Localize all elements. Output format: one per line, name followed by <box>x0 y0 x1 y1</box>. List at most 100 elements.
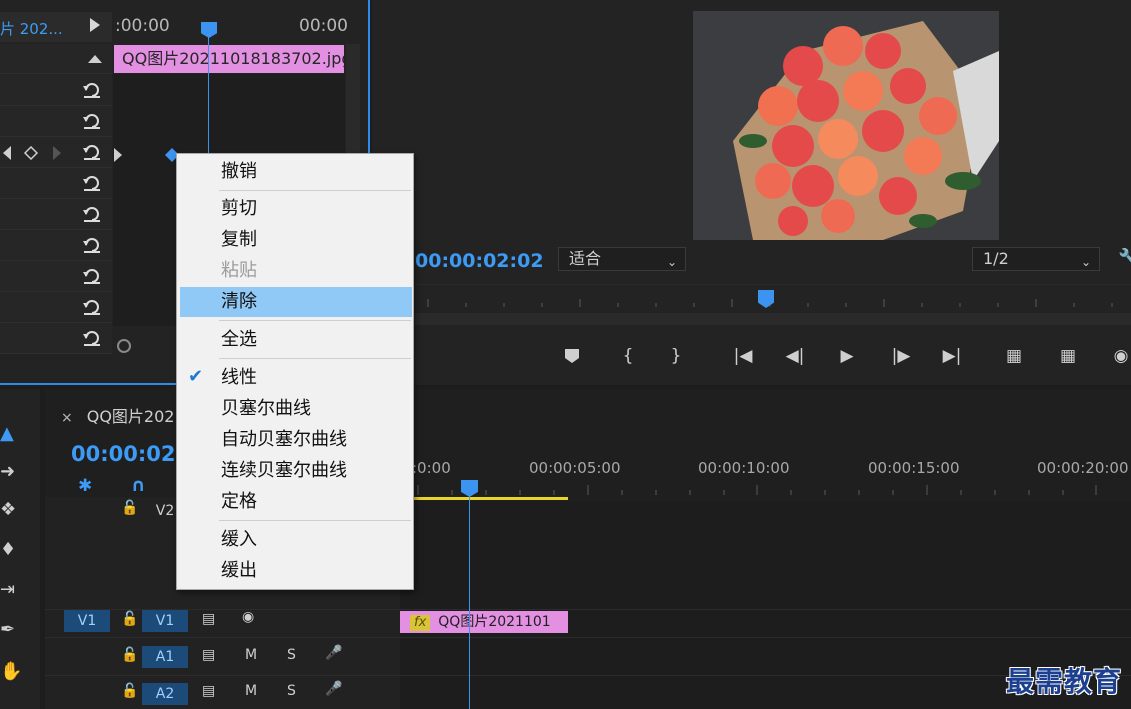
timeline-playhead[interactable] <box>469 486 470 709</box>
solo-button[interactable]: S <box>287 647 296 663</box>
zoom-level-select[interactable]: 适合 ⌄ <box>558 247 686 271</box>
property-row[interactable] <box>0 106 112 137</box>
sync-lock-icon[interactable]: ▤ <box>202 611 215 627</box>
nest-sequence-icon[interactable]: ✱ <box>78 476 92 496</box>
menu-item-copy[interactable]: 复制 <box>180 225 412 255</box>
lock-icon[interactable]: 🔓 <box>121 500 138 516</box>
chevron-down-icon: ⌄ <box>1080 255 1091 269</box>
mute-button[interactable]: M <box>245 647 257 663</box>
pen-tool-icon[interactable]: ✒ <box>0 619 22 653</box>
sequence-tab-label: QQ图片202 <box>86 407 175 426</box>
program-zoom-bar[interactable] <box>372 313 1131 325</box>
reset-icon[interactable] <box>82 112 102 130</box>
menu-item-paste[interactable]: 粘贴 <box>180 256 412 286</box>
resolution-select[interactable]: 1/2 ⌄ <box>972 247 1100 271</box>
chevron-down-icon: ⌄ <box>666 255 677 269</box>
ripple-edit-tool-icon[interactable]: ❖ <box>0 499 22 533</box>
watermark-logo: 最需教育 <box>1006 665 1123 698</box>
ruler-start-label: :00:00 <box>115 16 170 36</box>
play-only-icon[interactable] <box>90 18 100 32</box>
track-divider <box>45 637 1131 638</box>
menu-item-ease-out[interactable]: 缓出 <box>180 556 412 586</box>
lock-icon[interactable]: 🔓 <box>121 611 138 627</box>
reset-icon[interactable] <box>82 205 102 223</box>
property-row[interactable] <box>0 323 112 354</box>
menu-item-cut[interactable]: 剪切 <box>180 194 412 224</box>
hand-tool-icon[interactable]: ✋ <box>0 661 22 695</box>
menu-item-undo[interactable]: 撤销 <box>180 157 412 187</box>
eye-icon[interactable]: ◉ <box>242 609 254 625</box>
reset-icon[interactable] <box>82 267 102 285</box>
zoom-scroll-handle[interactable] <box>117 339 131 353</box>
lock-icon[interactable]: 🔓 <box>121 683 138 699</box>
collapse-up-icon[interactable] <box>88 53 102 63</box>
marker-icon[interactable] <box>558 343 586 369</box>
menu-item-auto-bezier[interactable]: 自动贝塞尔曲线 <box>180 425 412 455</box>
program-timecode[interactable]: 00:00:02:02 <box>415 250 544 272</box>
track-label-v1[interactable]: V1 <box>142 610 188 632</box>
work-area-bar[interactable] <box>414 497 568 500</box>
sequence-tab[interactable]: × QQ图片202 <box>61 403 174 427</box>
lift-icon[interactable]: ▦ <box>1000 343 1028 369</box>
lock-icon[interactable]: 🔓 <box>121 647 138 663</box>
timeline-ruler[interactable]: :0:00 00:00:05:00 00:00:10:00 00:00:15:0… <box>400 449 1131 501</box>
track-label-a1[interactable]: A1 <box>142 646 188 668</box>
menu-item-clear[interactable]: 清除 <box>180 287 412 317</box>
menu-item-linear[interactable]: ✔ 线性 <box>180 363 412 393</box>
track-label-a2[interactable]: A2 <box>142 683 188 705</box>
extract-icon[interactable]: ▦ <box>1054 343 1082 369</box>
go-to-out-icon[interactable]: ▶| <box>938 343 966 369</box>
camera-icon[interactable]: ◉ <box>1107 343 1131 369</box>
effect-controls-ruler[interactable]: :00:00 00:00 <box>113 0 348 44</box>
property-row[interactable] <box>0 230 112 261</box>
ruler-end-label: 00:00 <box>299 16 348 36</box>
mark-out-icon[interactable]: } <box>662 343 690 369</box>
mark-in-icon[interactable]: { <box>614 343 642 369</box>
slip-tool-icon[interactable]: ⇥ <box>0 579 22 613</box>
menu-item-ease-in[interactable]: 缓入 <box>180 525 412 555</box>
ruler-ticks <box>417 485 1097 495</box>
selection-tool-icon[interactable]: ▲ <box>0 423 22 457</box>
step-forward-icon[interactable]: |▶ <box>887 343 915 369</box>
property-row[interactable] <box>0 199 112 230</box>
sync-lock-icon[interactable]: ▤ <box>202 683 215 699</box>
effect-controls-clip[interactable]: QQ图片20211018183702.jpg <box>114 45 344 73</box>
source-patch-v1[interactable]: V1 <box>64 610 110 632</box>
microphone-icon[interactable]: 🎤 <box>325 645 342 661</box>
property-row[interactable] <box>0 75 112 106</box>
property-row[interactable] <box>0 168 112 199</box>
menu-item-select-all[interactable]: 全选 <box>180 325 412 355</box>
property-row[interactable] <box>0 261 112 292</box>
menu-item-bezier[interactable]: 贝塞尔曲线 <box>180 394 412 424</box>
reset-icon[interactable] <box>82 143 102 161</box>
sync-lock-icon[interactable]: ▤ <box>202 647 215 663</box>
reset-icon[interactable] <box>82 236 102 254</box>
keyframe-next-icon[interactable] <box>113 148 123 162</box>
razor-tool-icon[interactable]: ♦ <box>0 539 22 573</box>
snap-magnet-icon[interactable]: ∩ <box>131 475 146 496</box>
close-icon[interactable]: × <box>61 410 73 426</box>
reset-icon[interactable] <box>82 81 102 99</box>
timeline-clip[interactable]: fx QQ图片2021101 <box>400 611 568 633</box>
track-select-tool-icon[interactable]: ➜ <box>0 461 22 495</box>
step-back-icon[interactable]: ◀| <box>781 343 809 369</box>
rose-bouquet-image <box>693 11 999 240</box>
keyframe-nav-icon[interactable] <box>3 146 63 160</box>
property-row[interactable] <box>0 137 112 168</box>
microphone-icon[interactable]: 🎤 <box>325 681 342 697</box>
reset-icon[interactable] <box>82 298 102 316</box>
menu-item-hold[interactable]: 定格 <box>180 487 412 517</box>
reset-icon[interactable] <box>82 174 102 192</box>
play-icon[interactable]: ▶ <box>833 343 861 369</box>
menu-item-continuous-bezier[interactable]: 连续贝塞尔曲线 <box>180 456 412 486</box>
reset-icon[interactable] <box>82 329 102 347</box>
menu-separator <box>219 520 411 521</box>
property-row[interactable] <box>0 292 112 323</box>
solo-button[interactable]: S <box>287 683 296 699</box>
wrench-icon[interactable]: 🔧 <box>1118 248 1131 269</box>
property-row[interactable] <box>0 44 112 74</box>
menu-separator <box>219 320 411 321</box>
mute-button[interactable]: M <box>245 683 257 699</box>
sequence-label[interactable]: 片 202... <box>0 18 63 39</box>
go-to-in-icon[interactable]: |◀ <box>729 343 757 369</box>
